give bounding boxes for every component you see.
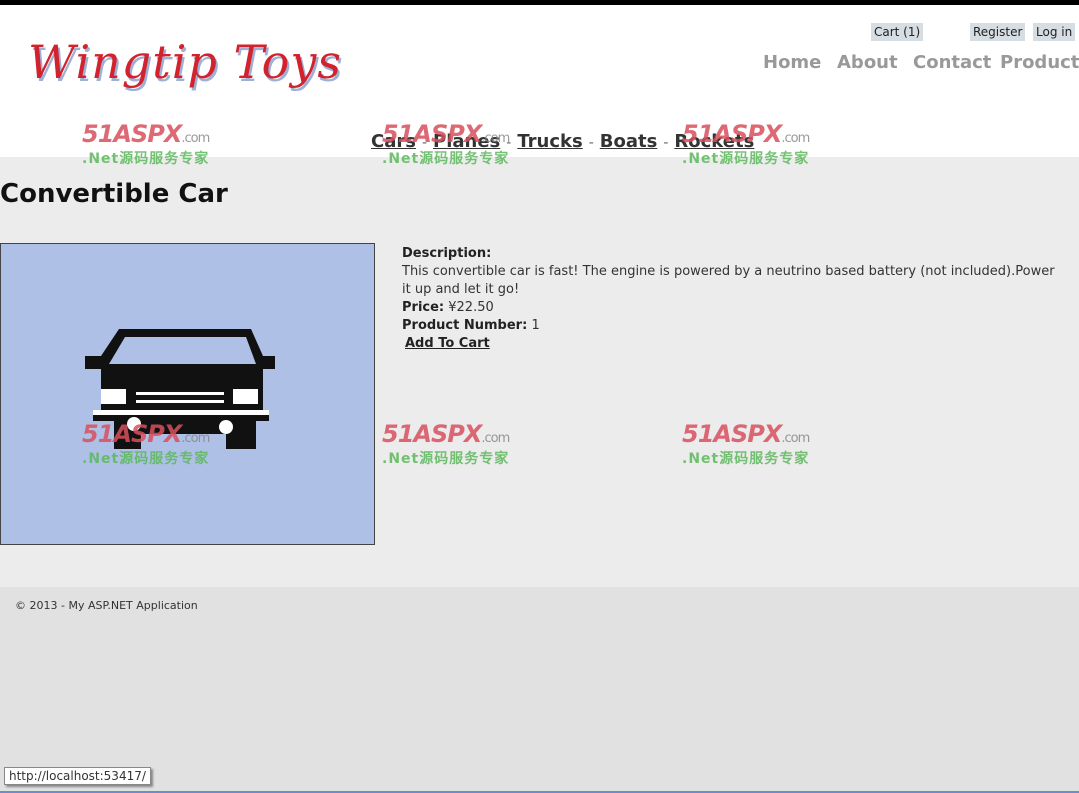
category-nav: Cars - Planes - Trucks - Boats - Rockets [371,131,754,152]
product-number-label: Product Number: [402,318,528,333]
product-image [0,243,375,545]
category-trucks[interactable]: Trucks [517,131,582,152]
price-value: ¥22.50 [448,300,494,315]
page-title: Convertible Car [0,179,228,209]
footer: © 2013 - My ASP.NET Application [0,587,1079,791]
separator: - [663,135,669,151]
separator: - [588,135,594,151]
site-logo[interactable]: Wingtip Toys [28,35,342,89]
description-label: Description: [402,246,492,261]
category-rockets[interactable]: Rockets [674,131,754,152]
copyright: © 2013 - My ASP.NET Application [15,599,198,612]
car-icon [85,329,275,449]
add-to-cart-link[interactable]: Add To Cart [405,335,490,353]
nav-contact[interactable]: Contact [913,52,991,73]
product-number-value: 1 [531,318,540,333]
product-details: Description: This convertible car is fas… [402,245,1062,353]
category-boats[interactable]: Boats [600,131,658,152]
status-url-tooltip: http://localhost:53417/ [4,767,151,785]
category-planes[interactable]: Planes [433,131,500,152]
separator: - [421,135,428,151]
nav-home[interactable]: Home [763,52,821,73]
register-link[interactable]: Register [970,23,1026,41]
main-content: Convertible Car Description: This conver… [0,157,1079,587]
separator: - [506,135,512,151]
login-link[interactable]: Log in [1033,23,1076,41]
cart-link[interactable]: Cart (1) [871,23,924,41]
nav-products[interactable]: Products [1000,52,1079,73]
nav-about[interactable]: About [837,52,898,73]
price-label: Price: [402,300,445,315]
description-text: This convertible car is fast! The engine… [402,264,1055,297]
category-cars[interactable]: Cars [371,131,416,152]
